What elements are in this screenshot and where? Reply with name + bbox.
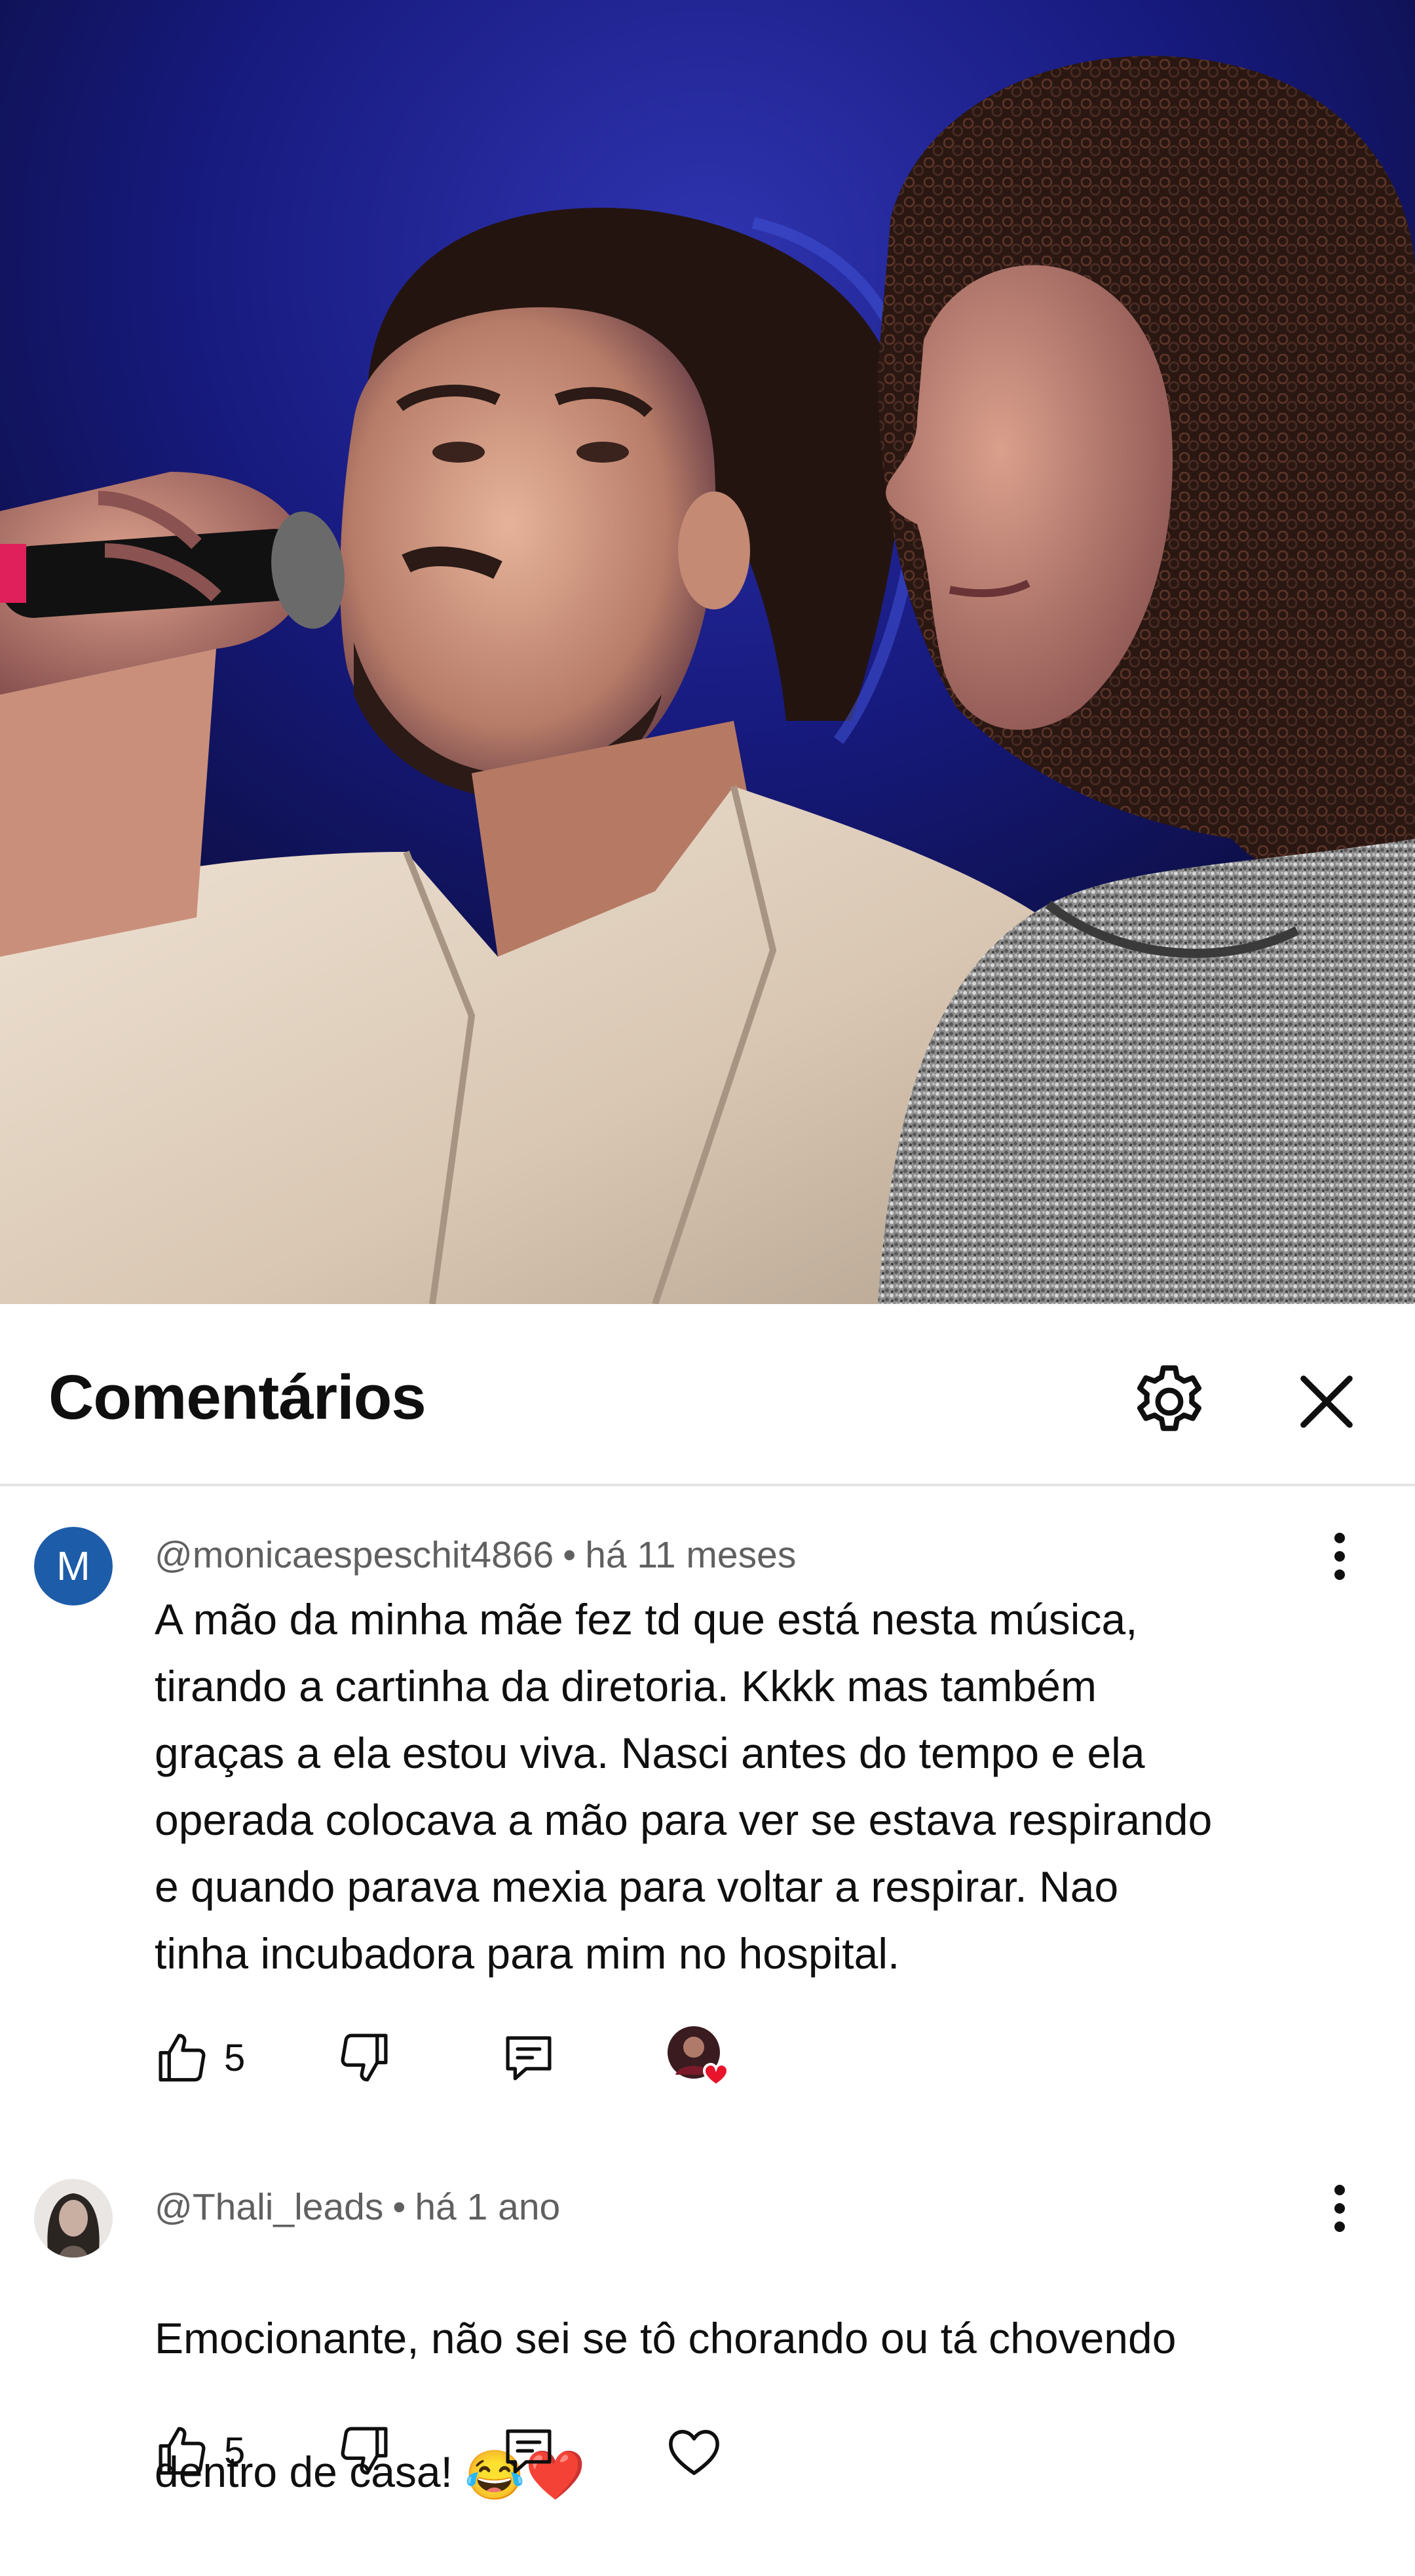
comment-meta: @Thali_leads • há 1 ano [155,2185,560,2229]
like-count: 5 [224,2429,246,2472]
comment-meta: @monicaespeschit4866 • há 11 meses [155,1533,796,1577]
comment-text: A mão da minha mãe fez td que está nesta… [155,1595,1213,1978]
like-button[interactable]: 5 [152,2025,245,2090]
more-vertical-icon [1334,2185,1345,2232]
close-icon [1300,1375,1353,1428]
thumbs-down-icon [341,2033,388,2082]
heart-outline-icon [669,2429,719,2475]
comment-author[interactable]: @Thali_leads [155,2186,383,2228]
reply-button[interactable] [499,2418,558,2484]
thumbs-up-icon [159,2427,206,2475]
comments-header: Comentários [0,1304,1415,1486]
creator-heart-button[interactable] [663,2418,725,2484]
more-options-button[interactable] [1320,1520,1359,1592]
user-avatar-image [34,2179,113,2258]
creator-heart-badge [666,2025,738,2090]
dislike-button[interactable] [335,2025,394,2090]
comment-text-line: dentro de casa! 😂❤️ [155,2438,1353,2509]
separator-dot: • [563,1534,576,1576]
avatar[interactable]: M [34,1527,113,1605]
separator-dot: • [392,2186,406,2228]
comment-time: há 1 ano [415,2186,561,2228]
reply-icon [506,2429,552,2474]
thumbs-down-icon [341,2427,388,2475]
more-vertical-icon [1334,1533,1345,1580]
comment-author[interactable]: @monicaespeschit4866 [155,1534,554,1576]
dislike-button[interactable] [335,2418,394,2484]
gear-icon [1137,1365,1202,1431]
video-frame-image [0,0,1415,1304]
thumbs-up-icon [159,2033,206,2082]
comment-time: há 11 meses [585,1534,797,1576]
close-button[interactable] [1284,1359,1369,1444]
page-title: Comentários [48,1362,426,1432]
comment-text-line: Emocionante, não sei se tô chorando ou t… [155,2314,1177,2362]
reply-button[interactable] [499,2025,558,2090]
video-player[interactable] [0,0,1415,1304]
more-options-button[interactable] [1320,2172,1359,2244]
like-count: 5 [224,2036,246,2079]
creator-heart-icon [668,2026,730,2087]
settings-button[interactable] [1127,1359,1212,1444]
reply-icon [506,2036,552,2081]
avatar-letter: M [34,1527,113,1605]
comment-text: Emocionante, não sei se tô chorando ou t… [155,2238,1353,2576]
like-button[interactable]: 5 [152,2418,245,2484]
avatar[interactable] [34,2179,113,2258]
